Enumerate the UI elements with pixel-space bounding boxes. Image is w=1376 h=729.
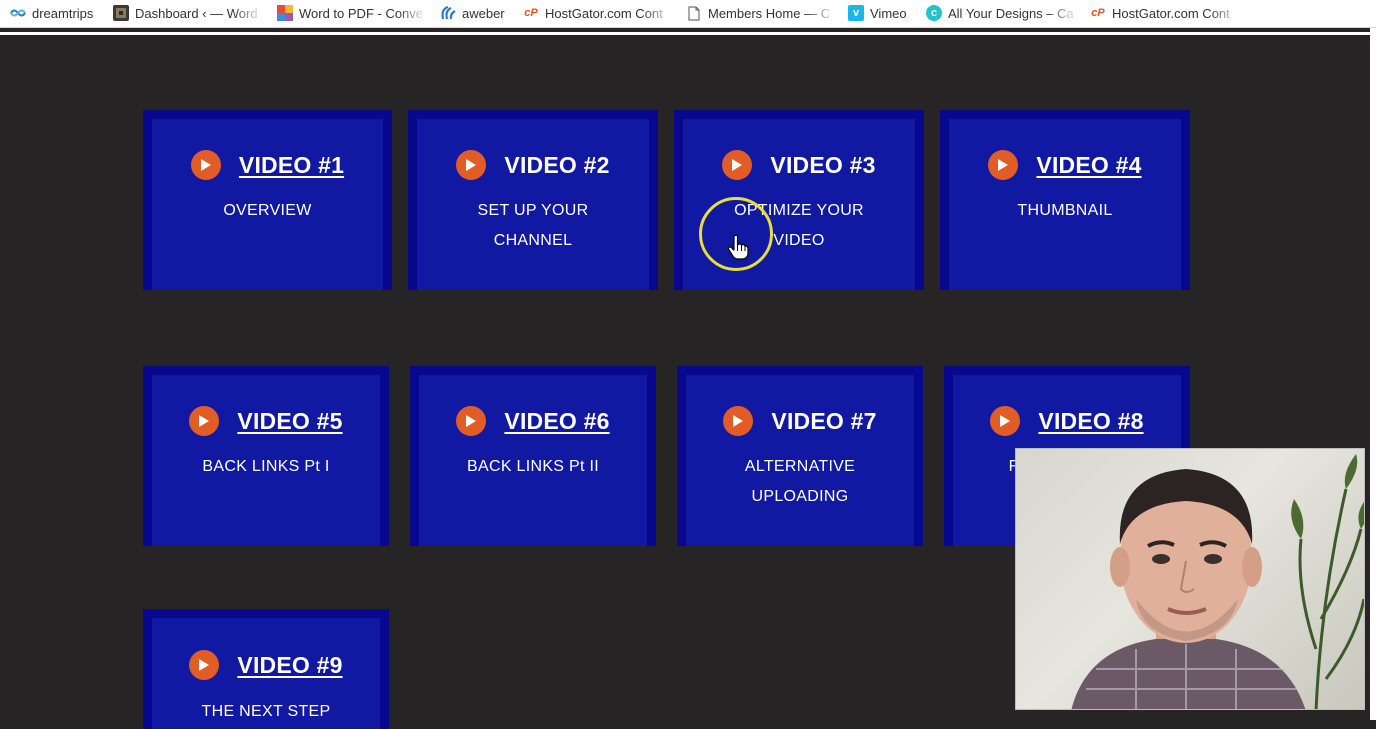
dashboard-icon: [113, 5, 129, 21]
description-line: BACK LINKS Pt II: [467, 458, 599, 475]
play-icon[interactable]: [456, 150, 487, 180]
description-line: UPLOADING: [751, 488, 849, 505]
video-card-4[interactable]: VIDEO #4 THUMBNAIL: [940, 110, 1190, 290]
aweber-icon: [440, 5, 456, 21]
play-icon[interactable]: [988, 150, 1019, 180]
play-icon[interactable]: [722, 150, 753, 180]
bookmark-members-home[interactable]: Members Home — C: [686, 0, 836, 26]
vimeo-icon: v: [848, 5, 864, 21]
bookmark-label: Members Home — C: [708, 5, 831, 21]
description-line: SET UP YOUR: [477, 202, 589, 219]
play-icon[interactable]: [189, 406, 220, 436]
video-card-2[interactable]: VIDEO #2 SET UP YOUR CHANNEL: [408, 110, 658, 290]
video-title-link[interactable]: VIDEO #9: [237, 652, 342, 679]
video-card-3[interactable]: VIDEO #3 OPTIMIZE YOUR VIDEO: [674, 110, 924, 290]
scrollbar[interactable]: [1370, 28, 1376, 720]
play-icon[interactable]: [456, 406, 487, 436]
video-card-1[interactable]: VIDEO #1 OVERVIEW: [143, 110, 392, 290]
presenter-video-image: [1071, 454, 1364, 709]
video-description: OVERVIEW: [152, 196, 383, 226]
video-title-link[interactable]: VIDEO #8: [1038, 408, 1143, 435]
divider: [0, 32, 1370, 35]
video-title[interactable]: VIDEO #7: [771, 408, 876, 435]
video-description: THUMBNAIL: [949, 196, 1181, 226]
bookmark-label: Vimeo: [870, 5, 907, 21]
card-heading: VIDEO #3: [683, 150, 915, 180]
bookmark-dreamtrips[interactable]: dreamtrips: [10, 0, 102, 26]
video-description: SET UP YOUR CHANNEL: [417, 196, 649, 256]
card-heading: VIDEO #9: [152, 650, 380, 680]
play-icon[interactable]: [723, 406, 754, 436]
description-line: THUMBNAIL: [1017, 202, 1113, 219]
canva-icon: c: [926, 5, 942, 21]
video-description: BACK LINKS Pt II: [419, 452, 647, 482]
bookmark-hostgator-1[interactable]: cP HostGator.com Cont: [523, 0, 673, 26]
card-heading: VIDEO #8: [953, 406, 1181, 436]
description-line: THE NEXT STEP: [201, 703, 331, 720]
video-title-link[interactable]: VIDEO #6: [504, 408, 609, 435]
bookmark-canva[interactable]: c All Your Designs – Ca: [926, 0, 1078, 26]
bookmark-dashboard[interactable]: Dashboard ‹ — Word: [113, 0, 263, 26]
play-icon[interactable]: [189, 650, 220, 680]
video-title[interactable]: VIDEO #3: [770, 152, 875, 179]
bookmark-label: aweber: [462, 5, 505, 21]
word-to-pdf-icon: [277, 5, 293, 21]
card-heading: VIDEO #4: [949, 150, 1181, 180]
bookmark-label: Dashboard ‹ — Word: [135, 5, 258, 21]
video-title-link[interactable]: VIDEO #5: [237, 408, 342, 435]
description-line: BACK LINKS Pt I: [202, 458, 330, 475]
bookmark-label: dreamtrips: [32, 5, 94, 21]
dreamtrips-icon: [10, 5, 26, 21]
bookmark-aweber[interactable]: aweber: [440, 0, 512, 26]
document-icon: [686, 5, 702, 21]
bookmark-label: Word to PDF - Conve: [299, 5, 424, 21]
video-title-link[interactable]: VIDEO #4: [1036, 152, 1141, 179]
card-panel: VIDEO #9 THE NEXT STEP: [152, 618, 380, 729]
video-card-6[interactable]: VIDEO #6 BACK LINKS Pt II: [410, 366, 656, 546]
video-card-9[interactable]: VIDEO #9 THE NEXT STEP: [143, 609, 389, 729]
card-heading: VIDEO #1: [152, 150, 383, 180]
card-heading: VIDEO #5: [152, 406, 380, 436]
video-card-5[interactable]: VIDEO #5 BACK LINKS Pt I: [143, 366, 389, 546]
cpanel-icon: cP: [524, 7, 538, 19]
card-heading: VIDEO #6: [419, 406, 647, 436]
description-line: CHANNEL: [493, 232, 573, 249]
card-panel: VIDEO #4 THUMBNAIL: [949, 119, 1181, 290]
webcam-overlay: [1015, 448, 1365, 710]
bookmark-hostgator-2[interactable]: cP HostGator.com Cont: [1090, 0, 1240, 26]
video-description: BACK LINKS Pt I: [152, 452, 380, 482]
bookmarks-bar: dreamtrips Dashboard ‹ — Word Word to PD…: [0, 0, 1376, 28]
play-icon[interactable]: [190, 150, 221, 180]
play-icon[interactable]: [990, 406, 1021, 436]
card-heading: VIDEO #2: [417, 150, 649, 180]
card-panel: VIDEO #1 OVERVIEW: [152, 119, 383, 290]
cpanel-icon: cP: [1091, 7, 1105, 19]
bookmark-word-to-pdf[interactable]: Word to PDF - Conve: [277, 0, 427, 26]
card-panel: VIDEO #2 SET UP YOUR CHANNEL: [417, 119, 649, 290]
video-description: THE NEXT STEP: [152, 697, 380, 727]
bookmark-label: HostGator.com Cont: [1112, 5, 1230, 21]
bookmark-label: HostGator.com Cont: [545, 5, 663, 21]
video-title[interactable]: VIDEO #2: [504, 152, 609, 179]
card-panel: VIDEO #5 BACK LINKS Pt I: [152, 375, 380, 546]
description-line: OVERVIEW: [223, 202, 312, 219]
card-panel: VIDEO #6 BACK LINKS Pt II: [419, 375, 647, 546]
card-heading: VIDEO #7: [686, 406, 914, 436]
bookmark-vimeo[interactable]: v Vimeo: [848, 0, 918, 26]
bookmark-label: All Your Designs – Ca: [948, 5, 1074, 21]
hand-cursor-icon: [727, 234, 749, 265]
video-title-link[interactable]: VIDEO #1: [239, 152, 344, 179]
